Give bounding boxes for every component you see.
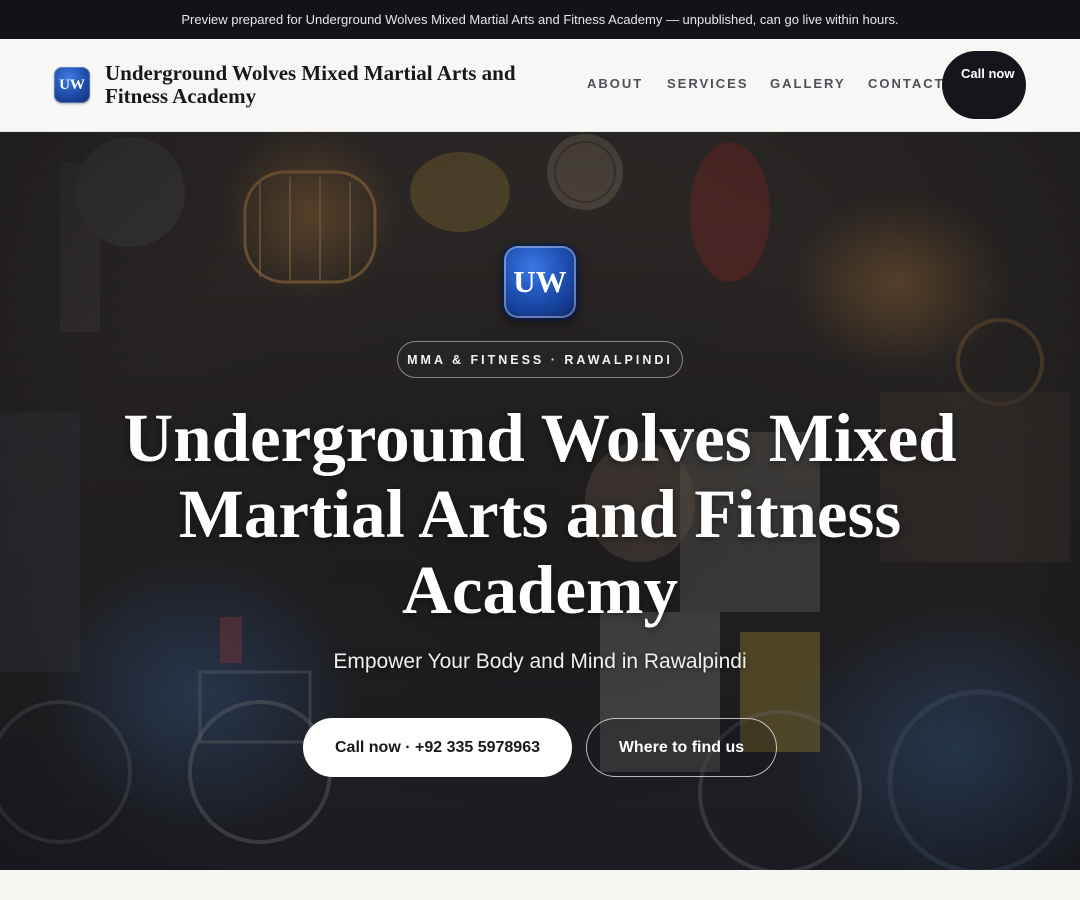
hero-logo-badge: UW	[504, 246, 576, 318]
hero-call-button[interactable]: Call now · +92 335 5978963	[303, 718, 572, 777]
next-section-edge	[0, 870, 1080, 900]
hero-category-tag: MMA & FITNESS · RAWALPINDI	[397, 341, 683, 378]
hero-section: UW MMA & FITNESS · RAWALPINDI Undergroun…	[0, 132, 1080, 870]
hero-title: Underground Wolves Mixed Martial Arts an…	[123, 400, 957, 628]
brand-name[interactable]: Underground Wolves Mixed Martial Arts an…	[105, 62, 565, 108]
nav-about[interactable]: ABOUT	[587, 76, 643, 91]
header-logo-badge[interactable]: UW	[54, 67, 90, 103]
nav-gallery[interactable]: GALLERY	[770, 76, 846, 91]
hero-location-button[interactable]: Where to find us	[586, 718, 777, 777]
nav-contact[interactable]: CONTACT	[868, 76, 945, 91]
preview-banner-text: Preview prepared for Underground Wolves …	[181, 12, 899, 27]
header-call-now-button[interactable]: Call now	[942, 51, 1026, 119]
site-header: UW Underground Wolves Mixed Martial Arts…	[0, 39, 1080, 132]
nav-services[interactable]: SERVICES	[667, 76, 749, 91]
preview-banner: Preview prepared for Underground Wolves …	[0, 0, 1080, 39]
hero-subtitle: Empower Your Body and Mind in Rawalpindi	[333, 650, 747, 673]
